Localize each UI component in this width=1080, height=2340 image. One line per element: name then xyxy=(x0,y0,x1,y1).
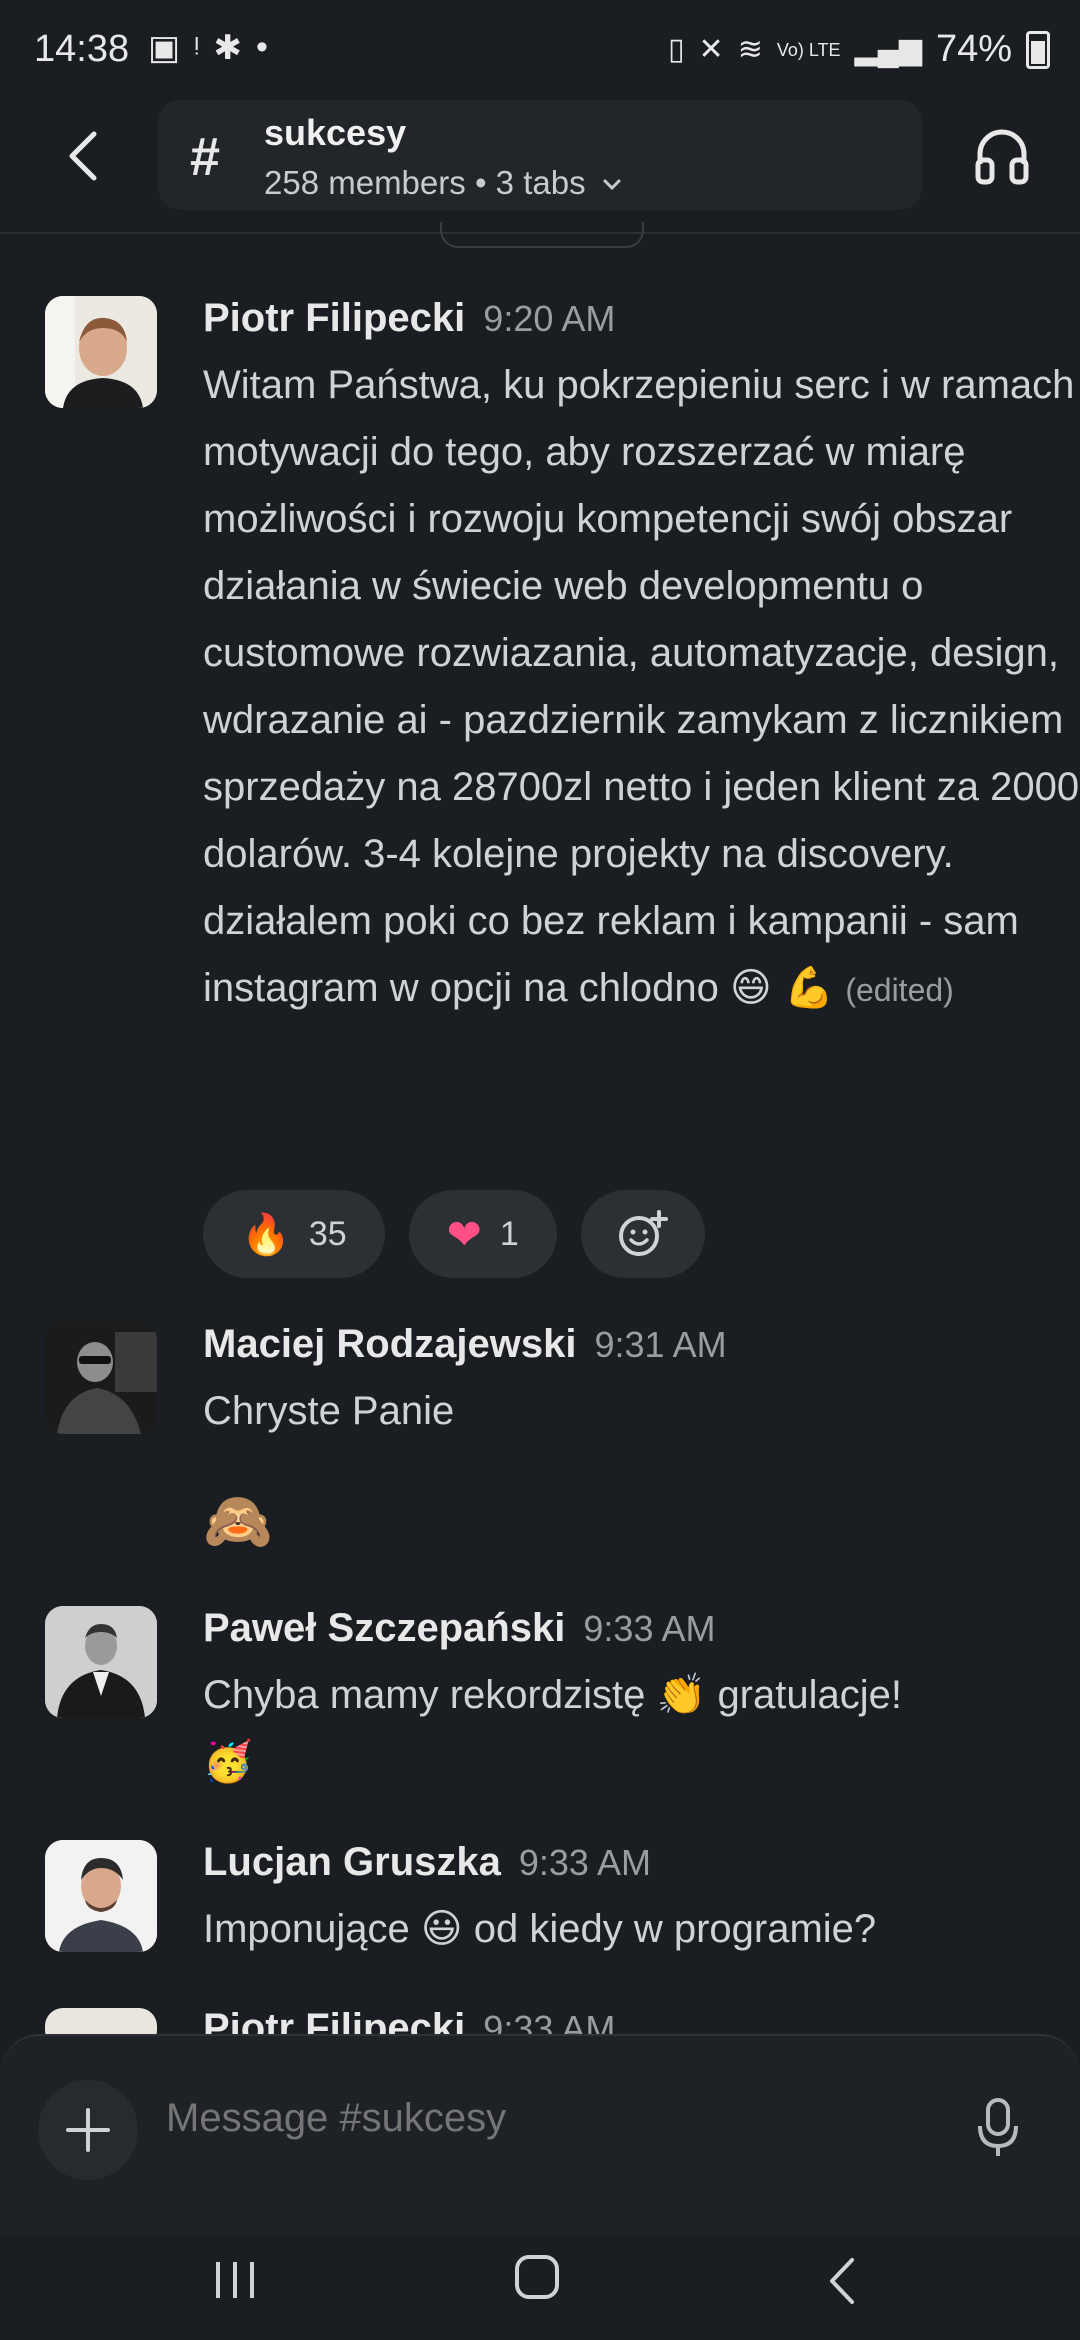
reaction-count: 1 xyxy=(499,1214,519,1253)
chevron-down-icon xyxy=(603,179,621,191)
plus-icon xyxy=(66,2108,110,2152)
battery-percent: 74% xyxy=(935,28,1012,70)
clap-emoji: 👏 xyxy=(656,1672,707,1718)
dot-icon: • xyxy=(255,28,268,66)
message-text-after: gratulacje! xyxy=(717,1673,902,1717)
message-text: Witam Państwa, ku pokrzepieniu serc i w … xyxy=(203,363,1080,1010)
microphone-icon[interactable] xyxy=(974,2096,1022,2160)
avatar[interactable] xyxy=(45,1322,157,1434)
monkey-emoji: 🙈 xyxy=(203,1489,273,1554)
party-emoji: 🥳 xyxy=(203,1739,253,1785)
battery-icon xyxy=(1026,30,1050,69)
new-messages-pill xyxy=(440,222,644,248)
fire-icon: 🔥 xyxy=(241,1211,291,1258)
notification-icon: ᵎ xyxy=(194,28,200,66)
message-time: 9:33 AM xyxy=(583,1608,716,1649)
nav-back-icon[interactable] xyxy=(822,2254,862,2308)
channel-subtitle[interactable]: 258 members • 3 tabs xyxy=(264,164,625,202)
separator: • xyxy=(474,164,487,201)
message-author[interactable]: Maciej Rodzajewski 9:31 AM xyxy=(203,1322,727,1367)
image-icon: ▣ xyxy=(148,29,181,67)
avatar[interactable] xyxy=(45,2008,157,2034)
home-icon[interactable] xyxy=(512,2252,562,2302)
heart-icon: ❤ xyxy=(446,1209,482,1259)
message-time: 9:31 AM xyxy=(594,1324,727,1365)
message-author[interactable]: Piotr Filipecki 9:33 AM xyxy=(203,2006,615,2034)
avatar[interactable] xyxy=(45,1606,157,1718)
message-text: Chyba mamy rekordzistę xyxy=(203,1673,646,1717)
status-left-icons: ▣ ᵎ ✱ • xyxy=(148,28,268,68)
battery-saver-icon: ▯ xyxy=(668,33,685,66)
add-reaction-button[interactable] xyxy=(580,1190,705,1278)
avatar[interactable] xyxy=(45,296,157,408)
back-arrow-icon[interactable] xyxy=(56,126,116,186)
attach-button[interactable] xyxy=(38,2080,138,2180)
message-text: Imponujące xyxy=(203,1907,410,1951)
message-body: Imponujące 😃 od kiedy w programie? xyxy=(203,1896,1080,1963)
message-text: Chryste Panie xyxy=(203,1389,455,1433)
volte-icon: Vo) LTE xyxy=(776,39,841,60)
message-body: Witam Państwa, ku pokrzepieniu serc i w … xyxy=(203,352,1080,1024)
hash-icon: # xyxy=(190,127,221,187)
message-input[interactable] xyxy=(166,2096,926,2141)
reaction-fire[interactable]: 🔥 35 xyxy=(203,1190,385,1278)
add-emoji-icon xyxy=(618,1210,668,1256)
message-text-after: od kiedy w programie? xyxy=(473,1907,877,1951)
smile-emoji: 😃 xyxy=(420,1906,463,1952)
mute-icon: ✕ xyxy=(698,33,724,66)
message-body: Chyba mamy rekordzistę 👏 gratulacje! 🥳 xyxy=(203,1662,1080,1796)
message-author[interactable]: Piotr Filipecki 9:20 AM xyxy=(203,296,615,341)
signal-icon: ▂▄▆ xyxy=(854,33,922,66)
channel-name: sukcesy xyxy=(264,112,407,153)
message-author[interactable]: Lucjan Gruszka 9:33 AM xyxy=(203,1840,651,1885)
slack-icon: ✱ xyxy=(213,29,242,67)
status-right: ▯ ✕ ≋ Vo) LTE ▂▄▆ 74% xyxy=(668,28,1050,71)
message-time: 9:20 AM xyxy=(483,298,616,339)
headphones-icon[interactable] xyxy=(972,124,1032,188)
message-emojis: 😄 💪 xyxy=(729,965,835,1011)
wifi-icon: ≋ xyxy=(737,33,763,66)
message-time: 9:33 AM xyxy=(518,1842,651,1883)
member-count: 258 members xyxy=(264,164,466,201)
reaction-heart[interactable]: ❤ 1 xyxy=(408,1190,557,1278)
message-author[interactable]: Paweł Szczepański 9:33 AM xyxy=(203,1606,716,1651)
avatar[interactable] xyxy=(45,1840,157,1952)
recents-icon[interactable] xyxy=(210,2256,260,2304)
message-time: 9:33 AM xyxy=(483,2008,616,2034)
partial-message: Piotr Filipecki 9:33 AM xyxy=(0,2000,1080,2034)
edited-label: (edited) xyxy=(845,972,954,1008)
status-time: 14:38 xyxy=(34,28,130,70)
reaction-count: 35 xyxy=(308,1214,347,1253)
tab-count: 3 tabs xyxy=(495,164,586,201)
status-bar: 14:38 ▣ ᵎ ✱ • ▯ ✕ ≋ Vo) LTE ▂▄▆ 74% xyxy=(0,0,1080,100)
reactions-row: 🔥 35 ❤ 1 xyxy=(203,1190,705,1278)
